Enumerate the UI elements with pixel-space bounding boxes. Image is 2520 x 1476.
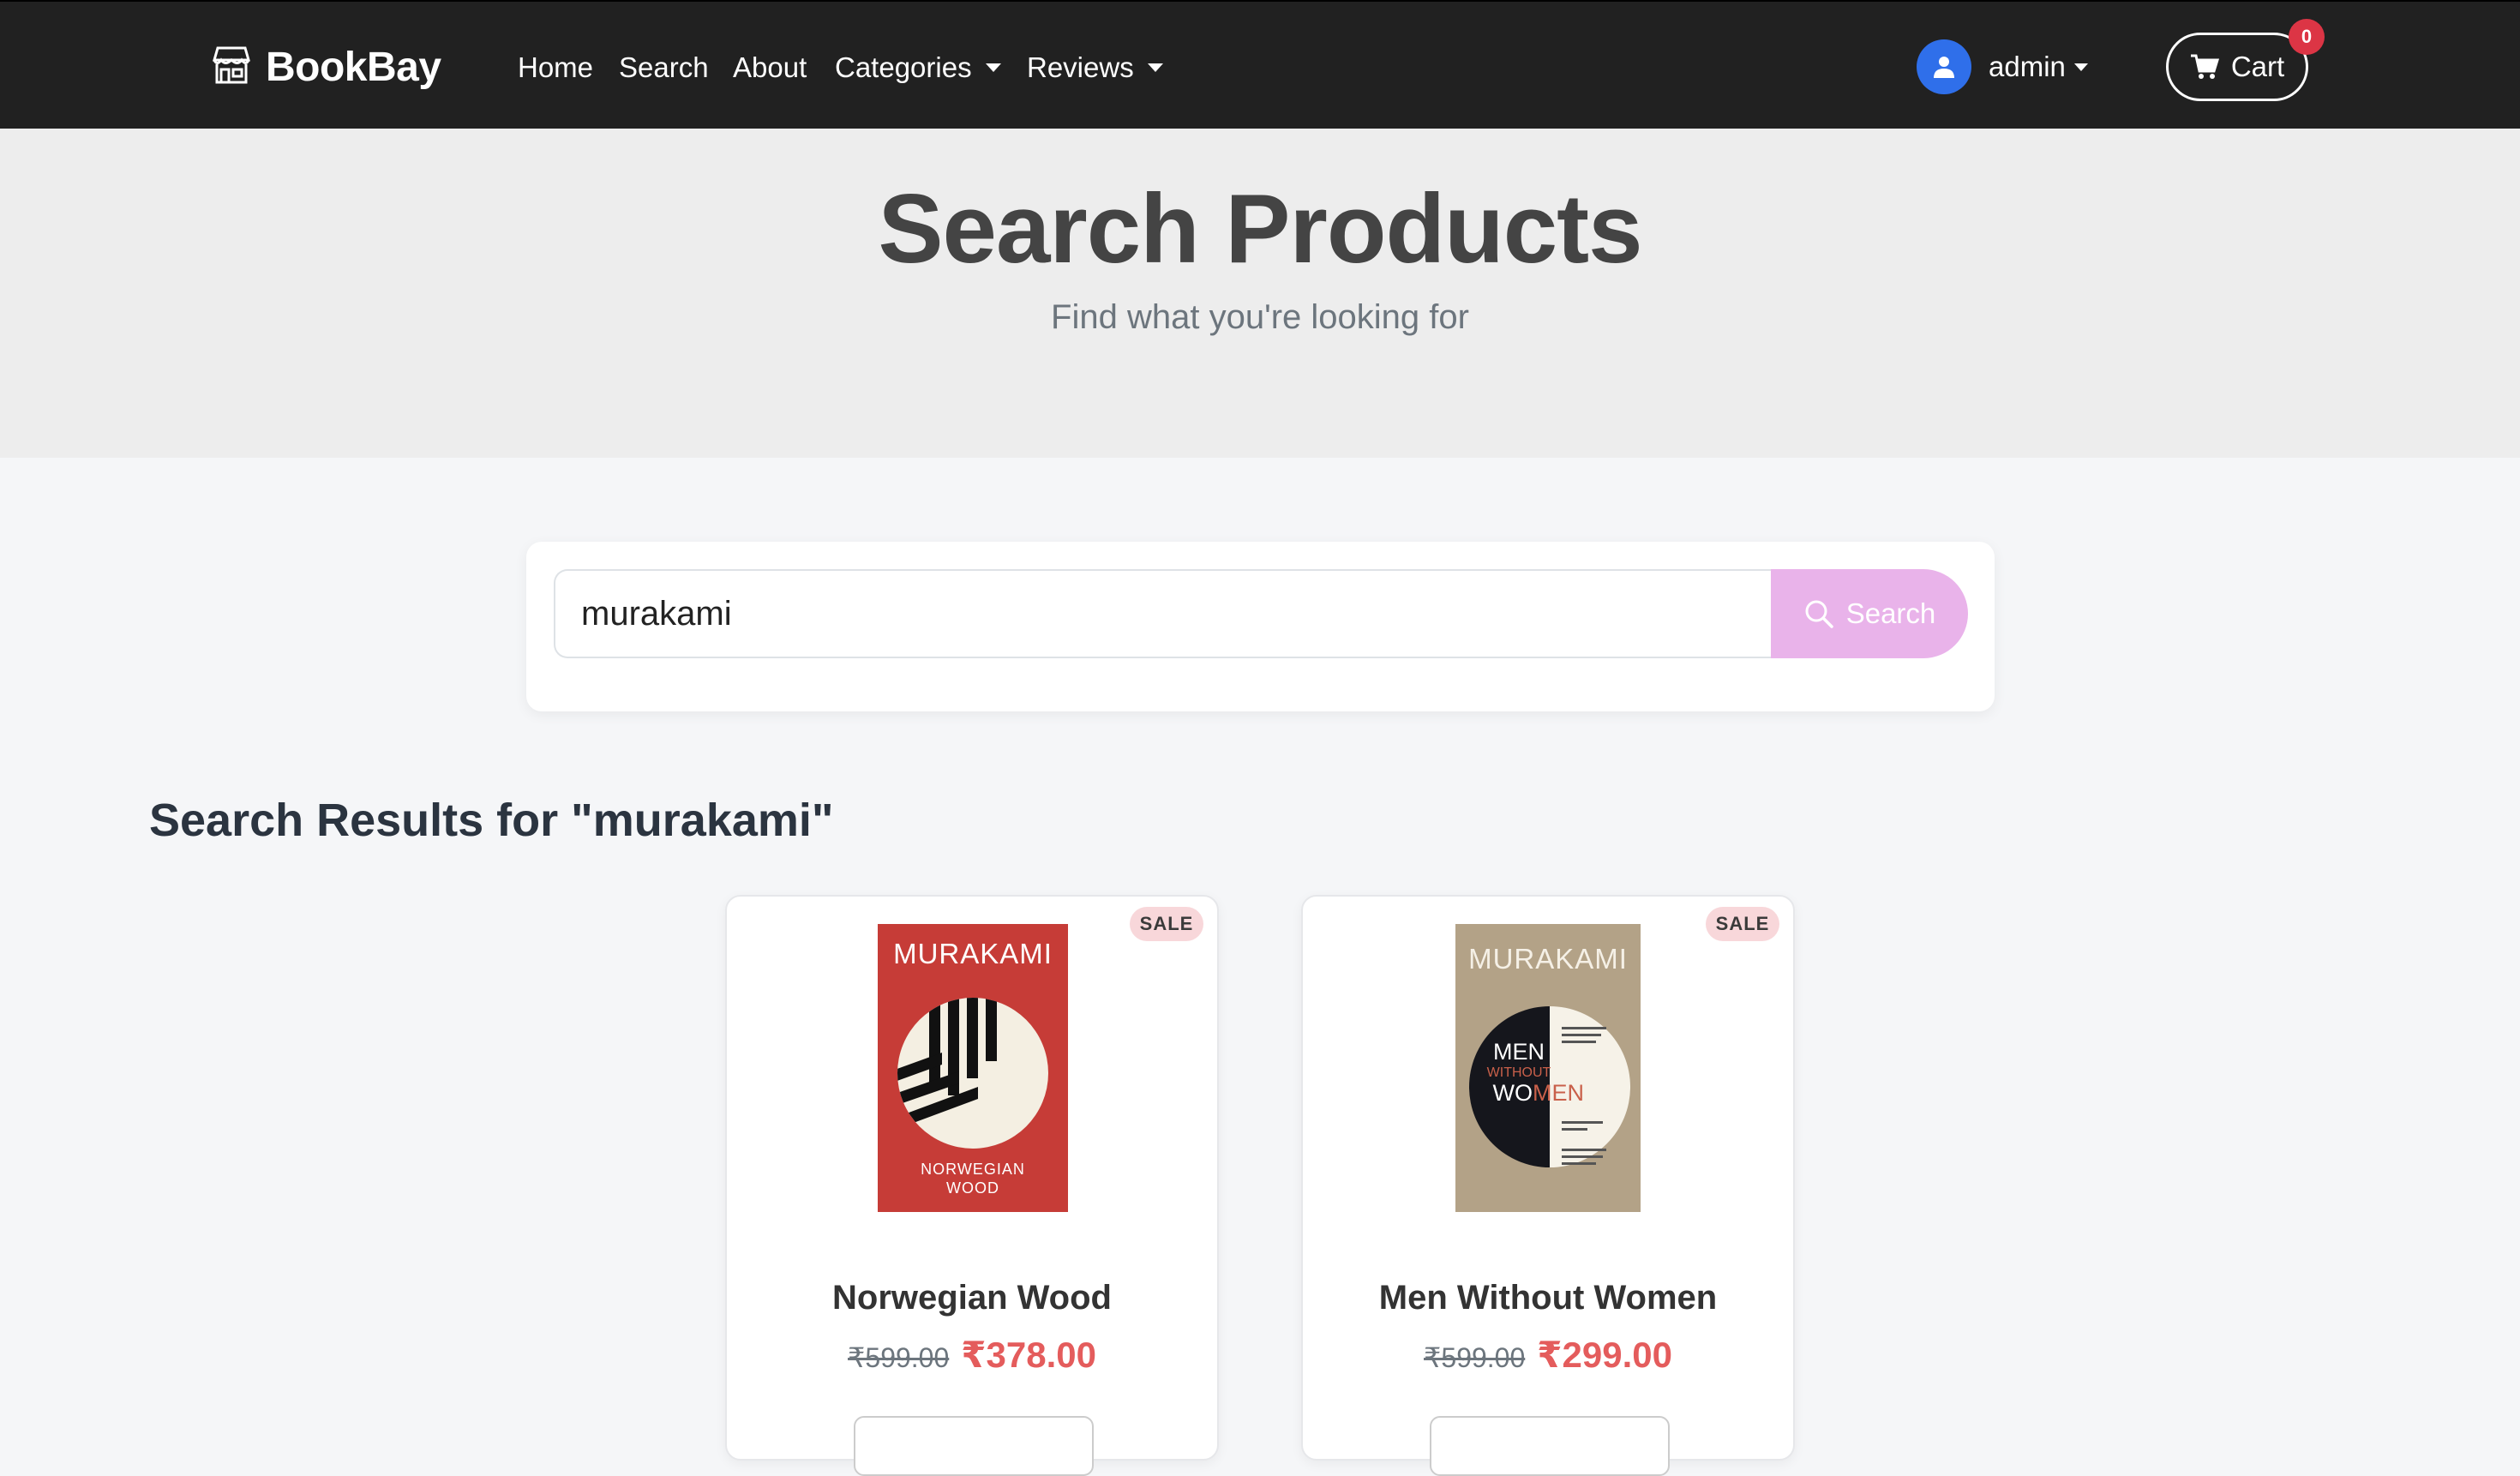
user-icon	[1934, 57, 1954, 78]
sale-badge: SALE	[1130, 907, 1203, 941]
nav-categories-label: Categories	[835, 51, 972, 83]
nav-reviews-label: Reviews	[1027, 51, 1134, 83]
nav-about[interactable]: About	[733, 46, 807, 89]
search-card: Search	[526, 542, 1995, 711]
avatar	[1917, 39, 1971, 94]
cover-author: MURAKAMI	[893, 938, 1053, 969]
book-cover-image[interactable]: MURAKAMI NORWEGIAN WOOD	[878, 924, 1068, 1212]
cover-word-men: MEN	[1493, 1039, 1545, 1065]
user-menu-dropdown[interactable]: admin	[1917, 39, 2088, 95]
cover-word-men-2: MEN	[1533, 1080, 1584, 1106]
store-icon	[209, 43, 254, 92]
original-price: ₹599.00	[848, 1342, 950, 1373]
cover-word-without: WITHOUT	[1487, 1065, 1551, 1080]
brand-link[interactable]: BookBay	[209, 39, 441, 94]
cart-icon	[2190, 54, 2219, 79]
cover-title-line1: NORWEGIAN	[921, 1161, 1025, 1178]
book-cover-image[interactable]: MURAKAMI MEN WITHOUT WO MEN	[1455, 924, 1641, 1212]
product-card[interactable]: SALE MURAKAMI NORWEGIAN WOOD Norwegian W…	[725, 895, 1219, 1476]
caret-down-icon	[985, 63, 1001, 72]
sale-price: ₹378.00	[961, 1335, 1096, 1375]
nav-categories-dropdown[interactable]: Categories	[835, 46, 1001, 89]
price-row: ₹599.00 ₹299.00	[1303, 1334, 1793, 1376]
caret-down-icon	[1147, 63, 1163, 72]
search-input[interactable]	[554, 569, 1773, 658]
cart-count-badge: 0	[2289, 19, 2325, 55]
cart-label: Cart	[2230, 51, 2285, 82]
top-navbar: BookBay Home Search About Categories Rev…	[0, 0, 2520, 129]
sale-price: ₹299.00	[1537, 1335, 1672, 1375]
user-name: admin	[1989, 51, 2066, 82]
search-button[interactable]: Search	[1771, 569, 1968, 658]
sale-badge: SALE	[1706, 907, 1779, 941]
caret-down-icon	[2073, 63, 2088, 71]
nav-search[interactable]: Search	[619, 46, 709, 89]
hero-section: Search Products Find what you're looking…	[0, 129, 2520, 458]
nav-home[interactable]: Home	[518, 46, 593, 89]
price-row: ₹599.00 ₹378.00	[727, 1334, 1217, 1376]
product-title[interactable]: Norwegian Wood	[727, 1279, 1217, 1317]
cover-title-line2: WOOD	[946, 1179, 999, 1197]
brand-name: BookBay	[266, 44, 441, 90]
view-product-button[interactable]	[1430, 1416, 1670, 1476]
view-product-button[interactable]	[854, 1416, 1094, 1476]
cover-word-wo: WO	[1493, 1080, 1533, 1106]
page-title: Search Products	[878, 175, 1643, 284]
cover-author: MURAKAMI	[1468, 943, 1628, 975]
results-heading: Search Results for "murakami"	[149, 795, 834, 846]
search-icon	[1805, 600, 1833, 628]
product-title[interactable]: Men Without Women	[1303, 1279, 1793, 1317]
search-button-label: Search	[1845, 597, 1936, 629]
page-subtitle: Find what you're looking for	[1051, 298, 1469, 336]
original-price: ₹599.00	[1424, 1342, 1526, 1373]
product-card[interactable]: SALE MURAKAMI MEN WITHOUT WO MEN Men Wit…	[1301, 895, 1795, 1476]
nav-reviews-dropdown[interactable]: Reviews	[1027, 46, 1163, 89]
cart-button[interactable]: Cart	[2166, 33, 2308, 101]
